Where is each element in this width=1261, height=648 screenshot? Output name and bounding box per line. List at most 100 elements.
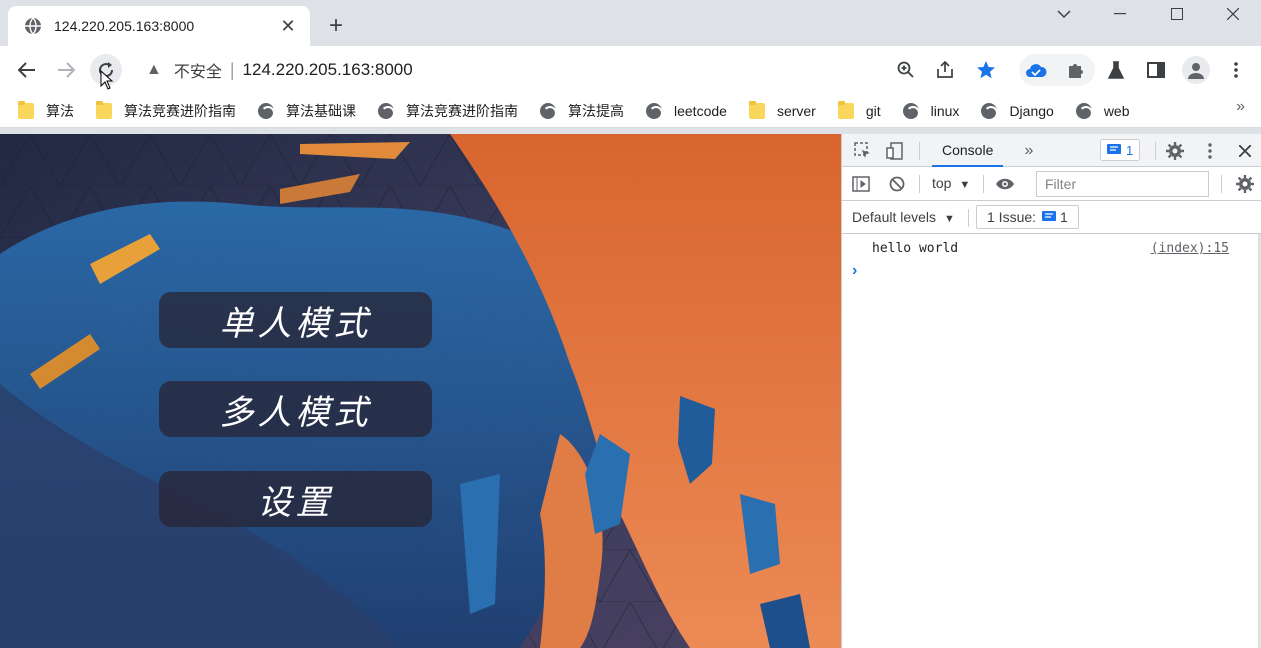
devtools-tabbar: Console » 1	[842, 134, 1261, 167]
console-message: hello world	[872, 241, 959, 256]
profile-button[interactable]	[1182, 56, 1210, 84]
clear-console-icon[interactable]	[886, 173, 908, 195]
minimize-button[interactable]	[1092, 0, 1148, 28]
issues-badge-count: 1	[1126, 142, 1134, 158]
folder-icon	[18, 100, 34, 119]
bookmark-item[interactable]: 算法竞赛进阶指南	[96, 97, 246, 125]
toolbar-divider	[919, 142, 920, 160]
bookmark-item[interactable]: Django	[981, 97, 1063, 125]
settings-gear-icon[interactable]	[1164, 140, 1186, 162]
bookmark-label: Django	[1009, 102, 1054, 119]
bookmark-item[interactable]: 算法基础课	[258, 97, 366, 125]
mouse-cursor-icon	[100, 70, 114, 90]
labs-button[interactable]	[1100, 54, 1132, 86]
folder-icon	[837, 100, 854, 119]
close-tab-icon[interactable]: ✕	[278, 16, 298, 36]
issues-count: 1	[1060, 209, 1068, 225]
console-settings-gear-icon[interactable]	[1234, 173, 1256, 195]
zoom-button[interactable]	[890, 54, 922, 86]
globe-icon	[902, 102, 920, 120]
avatar-icon	[1188, 63, 1204, 79]
side-panel-button[interactable]	[1140, 54, 1172, 86]
live-expression-eye-icon[interactable]	[994, 173, 1016, 195]
extensions-button[interactable]	[1060, 54, 1092, 86]
toolbar-divider	[983, 175, 984, 193]
security-label[interactable]: 不安全	[174, 58, 222, 82]
globe-icon	[646, 102, 663, 120]
console-prompt[interactable]: ›	[852, 262, 857, 280]
bookmark-item[interactable]: 算法竞赛进阶指南	[378, 97, 528, 125]
bookmark-star-button[interactable]	[970, 54, 1002, 86]
bookmark-label: 算法竞赛进阶指南	[124, 102, 236, 119]
console-filter-input[interactable]: Filter	[1036, 171, 1209, 197]
browser-menu-button[interactable]	[1220, 54, 1252, 86]
globe-icon	[25, 17, 41, 35]
globe-icon	[378, 102, 395, 120]
globe-icon	[1075, 102, 1093, 120]
toolbar-divider	[1221, 175, 1222, 193]
folder-icon	[96, 100, 112, 119]
flask-icon	[1108, 61, 1124, 79]
bookmark-item[interactable]: 算法提高	[540, 97, 634, 125]
close-devtools-icon[interactable]	[1234, 140, 1256, 162]
puzzle-icon	[1069, 64, 1083, 78]
zoom-in-icon	[897, 61, 914, 78]
console-source-link[interactable]: (index):15	[1151, 241, 1229, 256]
bookmark-label: linux	[930, 102, 960, 119]
log-levels-label: Default levels	[852, 209, 937, 225]
browser-window: 124.220.205.163:8000 ✕ + ▲ 不安全 | 124.220…	[0, 0, 1261, 648]
address-bar[interactable]: ▲ 不安全 | 124.220.205.163:8000	[136, 52, 1006, 88]
close-window-button[interactable]	[1205, 0, 1261, 28]
toolbar-divider	[919, 175, 920, 193]
forward-button[interactable]	[50, 54, 82, 86]
tab-console[interactable]: Console	[932, 134, 1004, 167]
issues-button[interactable]: 1 Issue: 1	[976, 205, 1079, 229]
arrow-left-icon	[18, 62, 35, 78]
bookmark-label: web	[1103, 102, 1130, 119]
sidebar-toggle-icon[interactable]	[850, 173, 872, 195]
share-button[interactable]	[929, 54, 961, 86]
console-levels-bar: Default levels ▼ 1 Issue: 1	[842, 201, 1261, 234]
bookmark-label: 算法基础课	[286, 102, 356, 119]
maximize-button[interactable]	[1149, 0, 1205, 28]
more-tabs-icon[interactable]: »	[1018, 140, 1040, 162]
bookmark-item[interactable]: leetcode	[646, 97, 737, 125]
settings-button[interactable]: 设置	[159, 471, 432, 527]
bookmark-item[interactable]: git	[837, 97, 891, 125]
issues-badge[interactable]: 1	[1100, 139, 1141, 161]
browser-tab-active[interactable]: 124.220.205.163:8000 ✕	[8, 6, 310, 46]
address-separator: |	[229, 59, 235, 80]
bookmark-item[interactable]: server	[748, 97, 826, 125]
globe-icon	[258, 102, 275, 120]
chevron-down-icon: ▼	[959, 179, 971, 191]
folder-icon	[748, 100, 765, 119]
warning-icon[interactable]: ▲	[146, 61, 162, 79]
tab-strip: 124.220.205.163:8000 ✕ +	[0, 0, 1261, 46]
new-tab-button[interactable]: +	[322, 12, 350, 40]
browser-toolbar: ▲ 不安全 | 124.220.205.163:8000	[0, 46, 1261, 94]
devtools-menu-icon[interactable]	[1199, 140, 1221, 162]
device-toolbar-icon[interactable]	[884, 140, 906, 162]
arrow-right-icon	[58, 62, 75, 78]
bookmark-label: 算法	[46, 102, 74, 119]
bookmark-label: git	[865, 102, 881, 119]
toolbar-divider	[1155, 142, 1156, 160]
context-selector[interactable]: top ▼	[932, 175, 970, 191]
bookmark-item[interactable]: 算法	[18, 97, 84, 125]
message-icon	[1042, 211, 1057, 221]
bookmark-item[interactable]: linux	[902, 97, 970, 125]
issues-label: 1 Issue:	[987, 209, 1037, 225]
bookmarks-overflow-button[interactable]: »	[1236, 98, 1245, 116]
bookmark-item[interactable]: web	[1075, 97, 1140, 125]
back-button[interactable]	[11, 54, 43, 86]
single-player-button[interactable]: 单人模式	[159, 292, 432, 348]
multi-player-button[interactable]: 多人模式	[159, 381, 432, 437]
tab-search-icon[interactable]	[1036, 0, 1092, 28]
bookmarks-bar: 算法 算法竞赛进阶指南 算法基础课 算法竞赛进阶指南 算法提高 leetcode serve…	[0, 94, 1261, 128]
console-toolbar: top ▼ Filter	[842, 167, 1261, 201]
url-text[interactable]: 124.220.205.163:8000	[243, 60, 413, 80]
cloud-check-icon	[1026, 64, 1047, 77]
cloud-extension-button[interactable]	[1020, 54, 1052, 86]
inspect-element-icon[interactable]	[852, 140, 874, 162]
log-levels-dropdown[interactable]: Default levels ▼	[852, 209, 955, 225]
